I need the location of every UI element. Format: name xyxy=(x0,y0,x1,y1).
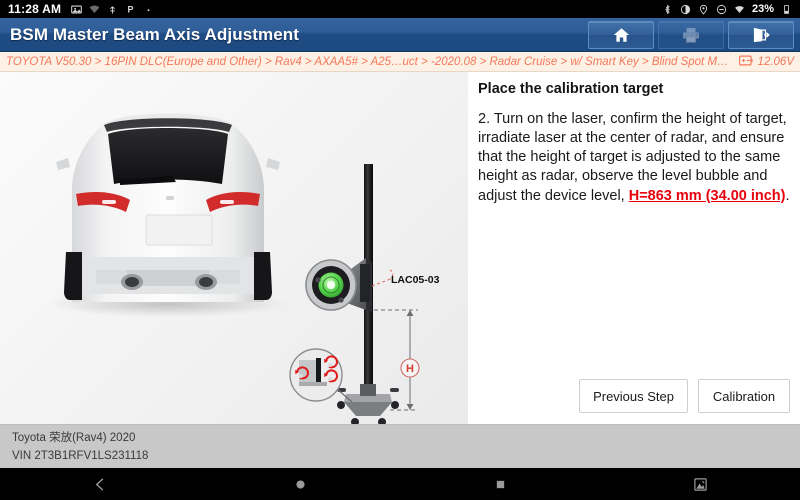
base-adjuster-magnifier xyxy=(289,348,353,403)
height-value-highlight: H=863 mm (34.00 inch) xyxy=(628,187,786,204)
battery-percent-label: 23% xyxy=(751,3,774,15)
instruction-heading: Place the calibration target xyxy=(478,81,664,97)
android-nav-bar xyxy=(0,468,800,500)
main-content: H LAC05-03 Place the calibration target … xyxy=(0,72,800,424)
calibration-diagram: H xyxy=(48,113,420,424)
screenshot-icon xyxy=(71,4,83,15)
voltage-indicator: 12.06V xyxy=(731,53,794,71)
exit-icon xyxy=(752,27,770,43)
back-icon xyxy=(95,477,103,491)
svg-text:P: P xyxy=(128,4,134,14)
target-stand-illustration: H xyxy=(289,164,420,424)
nav-recents-button[interactable] xyxy=(400,468,600,500)
home-icon xyxy=(613,27,630,43)
recents-square-icon xyxy=(496,480,504,488)
diagnostic-app-window: 11:28 AM P 23% BSM Master Beam Axis Adju… xyxy=(0,0,800,500)
app-title-bar: BSM Master Beam Axis Adjustment xyxy=(0,18,800,52)
breadcrumb-path[interactable]: TOYOTA V50.30 > 16PIN DLC(Europe and Oth… xyxy=(6,56,731,68)
vehicle-name: Toyota 荣放(Rav4) 2020 xyxy=(12,432,136,444)
tripod-base xyxy=(337,384,399,424)
bluetooth-icon xyxy=(662,4,673,15)
vehicle-info-footer: Toyota 荣放(Rav4) 2020 VIN 2T3B1RFV1LS2311… xyxy=(0,424,800,468)
status-left-icons: P xyxy=(71,4,154,15)
instruction-text-suffix: . xyxy=(785,187,790,204)
instruction-body: 2. Turn on the laser, confirm the height… xyxy=(478,110,790,206)
illustration-pane: H LAC05-03 xyxy=(0,72,468,424)
page-title: BSM Master Beam Axis Adjustment xyxy=(10,24,300,44)
battery-icon xyxy=(781,4,792,15)
print-button[interactable] xyxy=(658,20,724,49)
usb-icon xyxy=(107,4,118,15)
dot-icon xyxy=(143,4,154,15)
instruction-pane: Place the calibration target 2. Turn on … xyxy=(468,72,800,424)
wifi-icon xyxy=(734,4,745,15)
svg-text:H: H xyxy=(406,363,414,375)
vehicle-rear-illustration xyxy=(56,113,280,302)
device-model-label: LAC05-03 xyxy=(391,274,440,286)
home-button[interactable] xyxy=(588,20,654,49)
nav-home-button[interactable] xyxy=(200,468,400,500)
action-buttons: Previous Step Calibration xyxy=(579,379,790,413)
nav-screenshot-button[interactable] xyxy=(600,468,800,500)
status-clock: 11:28 AM xyxy=(8,2,62,16)
title-bar-actions xyxy=(584,18,800,51)
brightness-icon xyxy=(680,4,691,15)
signal-icon xyxy=(89,4,100,15)
breadcrumb: TOYOTA V50.30 > 16PIN DLC(Europe and Oth… xyxy=(0,52,800,72)
home-circle-icon xyxy=(295,479,305,489)
parking-icon: P xyxy=(125,4,136,15)
status-right-icons: 23% xyxy=(662,3,792,15)
do-not-disturb-icon xyxy=(716,4,727,15)
calibration-button[interactable]: Calibration xyxy=(698,379,790,413)
vehicle-vin: VIN 2T3B1RFV1LS231118 xyxy=(12,449,149,462)
bubble-level-magnifier xyxy=(305,259,357,311)
battery-voltage-icon xyxy=(738,53,753,71)
voltage-label: 12.06V xyxy=(757,55,794,68)
nav-back-button[interactable] xyxy=(0,468,200,500)
android-status-bar: 11:28 AM P 23% xyxy=(0,0,800,18)
exit-button[interactable] xyxy=(728,20,794,49)
previous-step-button[interactable]: Previous Step xyxy=(579,379,688,413)
printer-icon xyxy=(682,27,700,43)
screenshot-icon xyxy=(693,477,707,491)
location-icon xyxy=(698,4,709,15)
